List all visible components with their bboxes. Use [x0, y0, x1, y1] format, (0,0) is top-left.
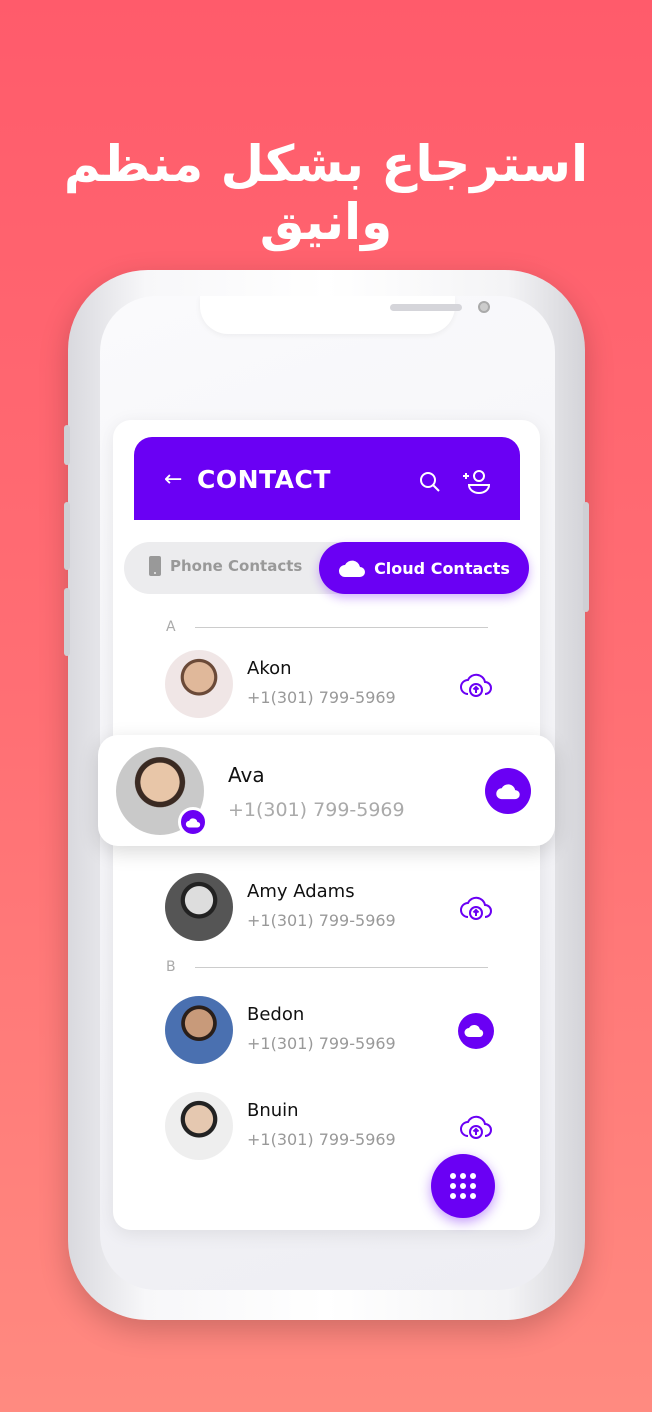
avatar [165, 1092, 233, 1160]
contact-name: Ava [228, 763, 265, 787]
cloud-upload-icon[interactable] [457, 1108, 495, 1146]
contact-phone: +1(301) 799-5969 [247, 1130, 396, 1149]
contact-phone: +1(301) 799-5969 [247, 911, 396, 930]
notch [200, 296, 490, 334]
cloud-upload-icon[interactable] [457, 889, 495, 927]
contact-name: Akon [247, 658, 292, 679]
section-header: A [166, 619, 176, 635]
contact-name: Amy Adams [247, 881, 355, 902]
section-header: B [166, 959, 176, 975]
avatar [165, 996, 233, 1064]
cloud-icon [339, 560, 366, 577]
cloud-synced-icon[interactable] [485, 768, 531, 814]
contact-name: Bnuin [247, 1100, 299, 1121]
contact-row[interactable]: Bnuin +1(301) 799-5969 [165, 1092, 505, 1162]
avatar [165, 650, 233, 718]
promo-headline: استرجاع بشكل منظم وانيق [63, 135, 589, 251]
cloud-synced-icon[interactable] [457, 1012, 495, 1050]
contact-phone: +1(301) 799-5969 [247, 1034, 396, 1053]
dialpad-button[interactable] [431, 1154, 495, 1218]
contact-phone: +1(301) 799-5969 [228, 799, 405, 821]
contact-row-highlighted[interactable]: Ava +1(301) 799-5969 [98, 735, 555, 846]
contact-name: Bedon [247, 1004, 305, 1025]
contact-row[interactable]: Bedon +1(301) 799-5969 [165, 996, 505, 1066]
tab-phone-contacts[interactable]: Phone Contacts [148, 556, 302, 576]
tab-phone-label: Phone Contacts [170, 557, 303, 575]
contact-row[interactable]: Amy Adams +1(301) 799-5969 [165, 873, 505, 943]
arrow-left-icon[interactable]: ← [164, 467, 182, 492]
search-icon[interactable] [418, 470, 442, 494]
cloud-badge-icon [178, 807, 208, 837]
add-user-icon[interactable] [461, 468, 491, 496]
cloud-upload-icon[interactable] [457, 666, 495, 704]
contact-phone: +1(301) 799-5969 [247, 688, 396, 707]
phone-icon [149, 556, 161, 576]
page-title: CONTACT [197, 465, 331, 494]
app-header: ← CONTACT [134, 437, 520, 520]
contacts-tab-switch: Phone Contacts Cloud Contacts [124, 542, 529, 594]
tab-cloud-contacts[interactable]: Cloud Contacts [319, 542, 529, 594]
tab-cloud-label: Cloud Contacts [374, 558, 510, 578]
contact-row[interactable]: Akon +1(301) 799-5969 [165, 650, 505, 720]
avatar [165, 873, 233, 941]
